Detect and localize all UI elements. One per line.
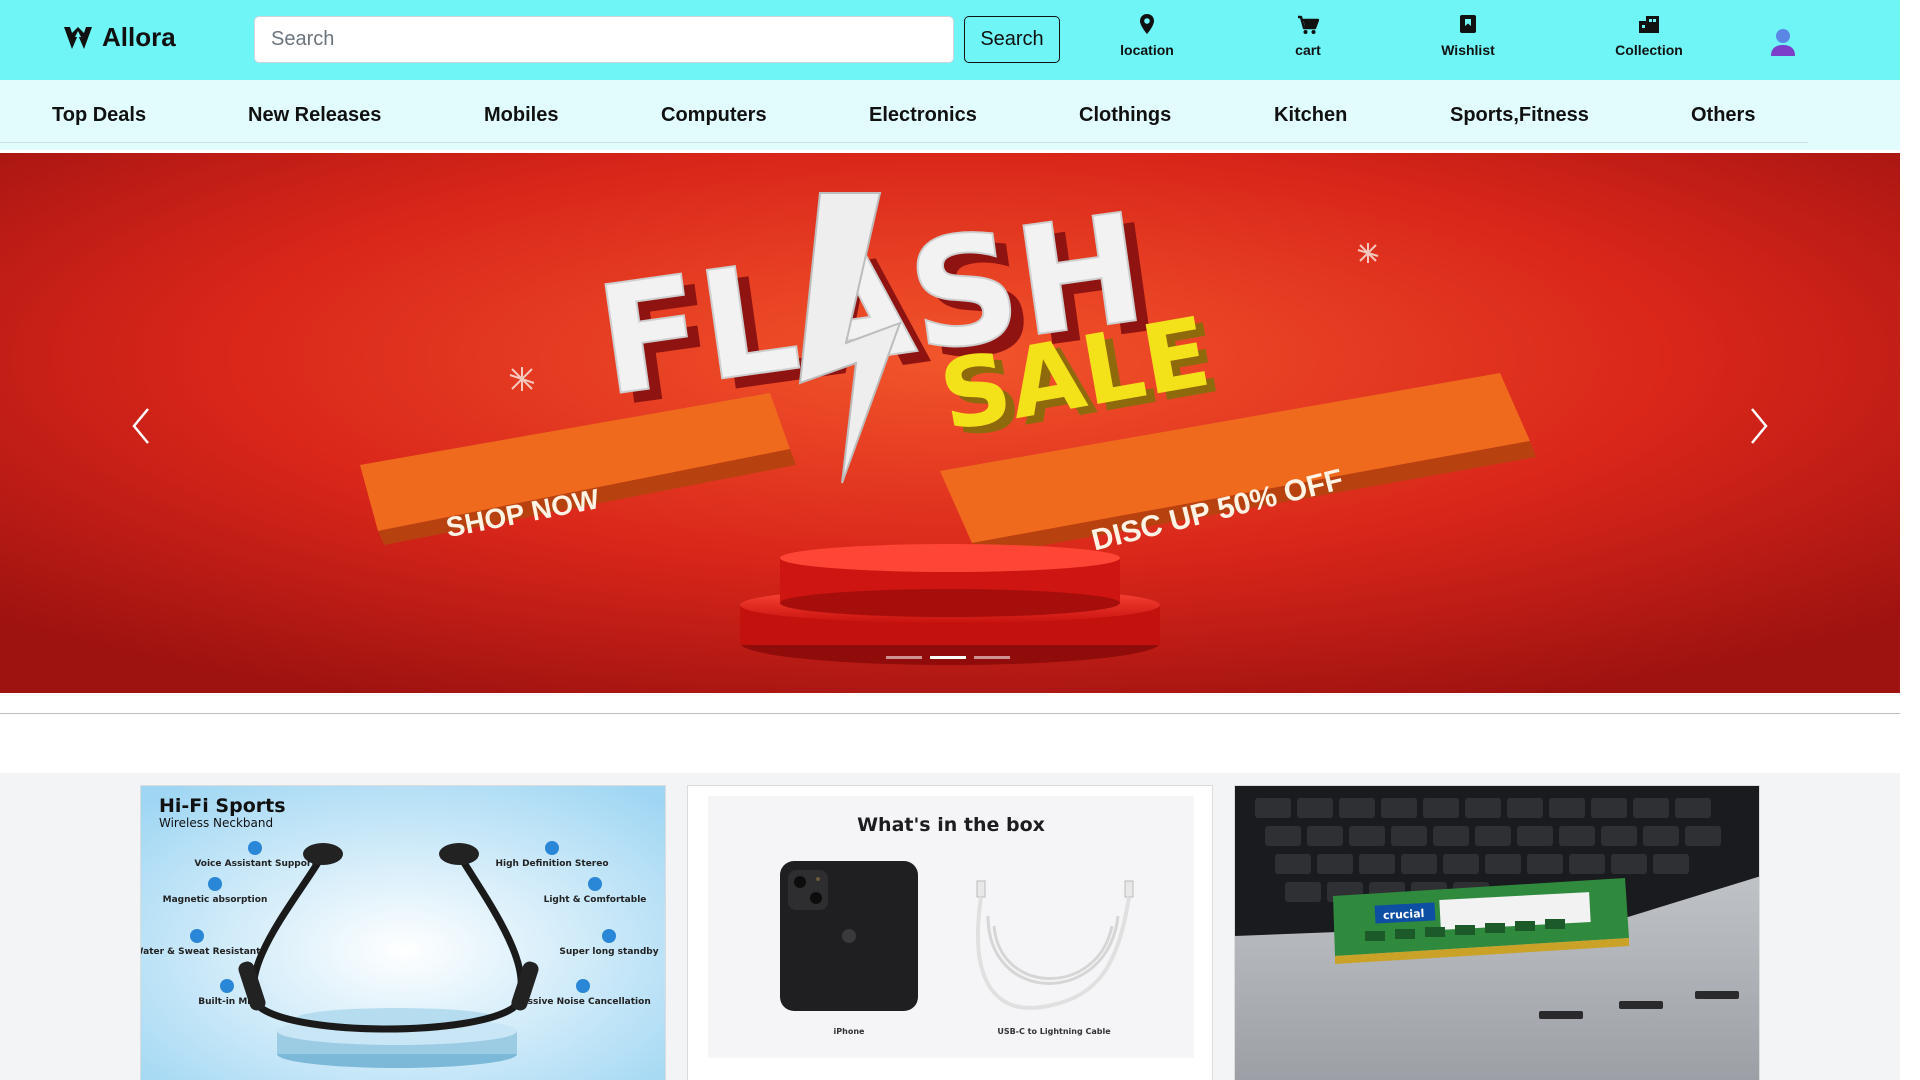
collection-button[interactable]: Collection: [1589, 12, 1709, 58]
chevron-left-icon: [132, 408, 149, 444]
section-divider: [0, 713, 1900, 714]
nav-item-clothings[interactable]: Clothings: [1079, 104, 1171, 127]
feature-label: High Definition Stereo: [495, 859, 608, 869]
box-item-label: USB-C to Lightning Cable: [997, 1027, 1111, 1036]
feature-label: Water & Sweat Resistant: [141, 947, 261, 957]
user-account-button[interactable]: [1768, 27, 1798, 59]
search-input[interactable]: [254, 16, 954, 63]
carousel-indicator-2[interactable]: [930, 656, 966, 659]
feature-label: Magnetic absorption: [163, 895, 268, 905]
carousel-indicator-1[interactable]: [886, 656, 922, 659]
card-subtitle: Wireless Neckband: [159, 816, 273, 830]
wishlist-button[interactable]: Wishlist: [1408, 12, 1528, 58]
feature-label: Super long standby: [559, 947, 658, 957]
nav-item-new-releases[interactable]: New Releases: [248, 104, 381, 127]
flash-sale-banner: SHOP NOW DISC UP 50% OFF FLASH FLASH SAL…: [0, 153, 1900, 693]
podium: [740, 544, 1160, 665]
page: Allora Search location cart: [0, 0, 1900, 1080]
feature-label: Built-in Mic: [198, 997, 255, 1007]
nav-item-computers[interactable]: Computers: [661, 104, 767, 127]
ram-brand-label: crucial: [1383, 907, 1425, 922]
chevron-right-icon: [1751, 408, 1768, 444]
nav-item-top-deals[interactable]: Top Deals: [52, 104, 146, 127]
map-pin-icon: [1140, 14, 1154, 34]
carousel-indicator-3[interactable]: [974, 656, 1010, 659]
carousel-prev-button[interactable]: [122, 403, 162, 449]
feature-label: Voice Assistant Support: [194, 859, 316, 869]
neckband-image: Hi-Fi Sports Wireless Neckband Voice Ass…: [141, 786, 665, 1080]
cart-label: cart: [1295, 42, 1321, 58]
card-title: Hi-Fi Sports: [159, 795, 286, 817]
nav-item-electronics[interactable]: Electronics: [869, 104, 977, 127]
user-avatar-icon: [1771, 29, 1795, 56]
wishlist-label: Wishlist: [1441, 42, 1495, 58]
shopping-cart-icon: [1298, 15, 1319, 34]
collection-label: Collection: [1615, 42, 1683, 58]
product-card-iphone[interactable]: What's in the box iPhone USB-C to Lightn…: [687, 785, 1213, 1080]
cart-button[interactable]: cart: [1248, 12, 1368, 58]
box-item-label: iPhone: [834, 1027, 865, 1036]
nav-item-others[interactable]: Others: [1691, 104, 1755, 127]
location-label: location: [1120, 42, 1174, 58]
iphone-box-image: What's in the box iPhone USB-C to Lightn…: [688, 786, 1212, 1080]
feature-label: Passive Noise Cancellation: [515, 997, 650, 1007]
nav-item-mobiles[interactable]: Mobiles: [484, 104, 558, 127]
brand-logo[interactable]: Allora: [62, 22, 176, 53]
nav-divider: [0, 142, 1808, 143]
feature-label: Light & Comfortable: [544, 895, 647, 905]
ram-laptop-image: crucial: [1235, 786, 1759, 1080]
carousel-indicators: [886, 656, 1010, 659]
collection-icon: [1639, 16, 1659, 33]
category-nav: Top Deals New Releases Mobiles Computers…: [0, 80, 1900, 150]
top-header: Allora Search location cart: [0, 0, 1900, 80]
carousel-next-button[interactable]: [1738, 403, 1778, 449]
product-card-neckband[interactable]: Hi-Fi Sports Wireless Neckband Voice Ass…: [140, 785, 666, 1080]
card-title: What's in the box: [857, 814, 1045, 836]
brand-mark-icon: [64, 26, 92, 49]
brand-name: Allora: [102, 22, 176, 52]
nav-item-sports-fitness[interactable]: Sports,Fitness: [1450, 104, 1589, 127]
nav-item-kitchen[interactable]: Kitchen: [1274, 104, 1347, 127]
hero-carousel[interactable]: SHOP NOW DISC UP 50% OFF FLASH FLASH SAL…: [0, 153, 1900, 693]
bookmark-icon: [1460, 15, 1476, 33]
search-button[interactable]: Search: [964, 16, 1060, 63]
location-button[interactable]: location: [1087, 12, 1207, 58]
product-card-ram[interactable]: crucial: [1234, 785, 1760, 1080]
